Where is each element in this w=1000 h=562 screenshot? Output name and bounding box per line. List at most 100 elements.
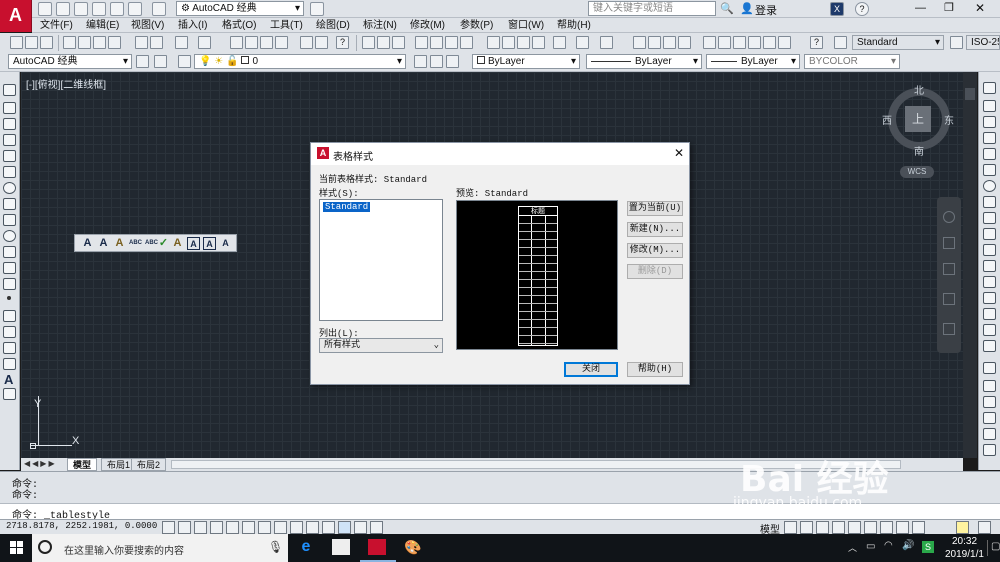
viewport-label[interactable]: [-][俯视][二维线框] (26, 76, 106, 91)
save-icon[interactable] (40, 36, 53, 49)
text-style-icon[interactable]: A (171, 237, 184, 250)
hatch-icon[interactable] (3, 310, 16, 322)
redo-icon[interactable] (152, 2, 166, 16)
quick-view-drawings-icon[interactable] (800, 521, 813, 534)
notification-icon[interactable]: ▢ (991, 541, 1000, 552)
hardware-acceleration-icon[interactable] (896, 521, 909, 534)
properties-icon[interactable] (300, 36, 313, 49)
object-snap-tracking-icon[interactable] (274, 521, 287, 534)
print-icon[interactable] (110, 2, 124, 16)
zoom-previous-icon[interactable] (678, 36, 691, 49)
showmotion-icon[interactable] (943, 323, 955, 335)
menu-modify[interactable]: 修改(M) (410, 18, 445, 33)
viewcube-west[interactable]: 西 (882, 112, 892, 127)
convert-distance-icon[interactable]: A (219, 237, 232, 250)
close-button[interactable]: 关闭 (564, 362, 618, 377)
dim-style-icon[interactable] (950, 36, 963, 49)
isolate-objects-icon[interactable] (912, 521, 925, 534)
navigation-bar[interactable] (937, 197, 961, 353)
windows-start-icon[interactable] (10, 541, 24, 555)
polar-tracking-icon[interactable] (226, 521, 239, 534)
viewcube-north[interactable]: 北 (914, 82, 924, 97)
search-input[interactable]: 键入关键字或短语 (588, 1, 716, 16)
orbit-icon[interactable] (943, 293, 955, 305)
erase-icon[interactable] (983, 82, 996, 94)
text-style-combo[interactable]: Standard ▾ (852, 35, 944, 50)
cut-icon[interactable] (135, 36, 148, 49)
viewcube-top-face[interactable]: 上 (905, 106, 931, 132)
object-snap-icon[interactable] (242, 521, 255, 534)
menu-tools[interactable]: 工具(T) (270, 18, 303, 33)
exchange-icon[interactable]: X (830, 2, 844, 16)
gear-icon[interactable] (136, 55, 149, 68)
add-selected-icon[interactable] (3, 388, 16, 400)
3d-print-icon[interactable] (460, 36, 473, 49)
plot-icon[interactable] (63, 36, 76, 49)
markup-icon[interactable] (763, 36, 776, 49)
save-icon[interactable] (74, 2, 88, 16)
calculator-icon[interactable] (778, 36, 791, 49)
transparency-icon[interactable] (338, 521, 351, 534)
point-icon[interactable] (7, 296, 11, 300)
qnew-icon[interactable] (362, 36, 375, 49)
lineweight-combo[interactable]: ByLayer ▾ (706, 54, 800, 69)
mtext-icon[interactable]: A (4, 372, 13, 387)
scale-text-icon[interactable]: A (187, 237, 200, 250)
publish-icon[interactable] (445, 36, 458, 49)
clean-screen-icon[interactable] (978, 521, 991, 534)
wifi-icon[interactable]: ◠ (884, 540, 893, 551)
quick-view-layouts-icon[interactable] (784, 521, 797, 534)
minimize-icon[interactable]: — (915, 2, 926, 14)
tab-layout2[interactable]: 布局2 (131, 458, 167, 471)
workspace-combo[interactable]: AutoCAD 经典 ▾ (8, 54, 132, 69)
copy-icon[interactable] (983, 100, 996, 112)
blend-curves-icon[interactable] (983, 340, 996, 352)
chevron-up-icon[interactable]: ︿ (848, 541, 857, 554)
publish-icon[interactable] (93, 36, 106, 49)
pan-icon[interactable] (230, 36, 243, 49)
multiline-text-icon[interactable]: A (81, 237, 94, 250)
polygon-icon[interactable] (3, 134, 16, 146)
menu-draw[interactable]: 绘图(D) (316, 18, 350, 33)
microphone-icon[interactable]: 🎙 (268, 540, 283, 554)
clock-date[interactable]: 2019/1/1 (945, 549, 984, 560)
clock-time[interactable]: 20:32 (952, 536, 977, 547)
auto-scale-icon[interactable] (848, 521, 861, 534)
qnew-icon[interactable] (10, 36, 23, 49)
infer-constraints-icon[interactable] (162, 521, 175, 534)
construction-line-icon[interactable] (3, 102, 16, 114)
insert-block-icon[interactable] (3, 262, 16, 274)
lineweight-icon[interactable] (322, 521, 335, 534)
redo-icon[interactable] (600, 36, 613, 49)
ellipse-arc-icon[interactable] (3, 246, 16, 258)
delete-button[interactable]: 删除(D) (627, 264, 683, 279)
edge-browser-icon[interactable]: e (296, 538, 316, 558)
menu-help[interactable]: 帮助(H) (557, 18, 591, 33)
open-file-icon[interactable] (56, 2, 70, 16)
open-icon[interactable] (377, 36, 390, 49)
chamfer-icon[interactable] (983, 308, 996, 320)
menu-view[interactable]: 视图(V) (131, 18, 164, 33)
annotation-visibility-icon[interactable] (832, 521, 845, 534)
dim-style-combo[interactable]: ISO-25 (966, 35, 1000, 50)
volume-icon[interactable]: 🔊 (902, 540, 914, 551)
single-line-text-icon[interactable]: A (97, 237, 110, 250)
menu-parametric[interactable]: 参数(P) (460, 18, 493, 33)
menu-file[interactable]: 文件(F) (40, 18, 73, 33)
snap-intersection-icon[interactable] (983, 412, 996, 424)
polyline-icon[interactable] (3, 118, 16, 130)
match-properties-icon[interactable] (150, 36, 163, 49)
justify-text-icon[interactable]: A (203, 237, 216, 250)
undo-icon[interactable] (175, 36, 188, 49)
set-current-button[interactable]: 置为当前(U) (627, 201, 683, 216)
menu-edit[interactable]: 编辑(E) (86, 18, 119, 33)
modify-button[interactable]: 修改(M)... (627, 243, 683, 258)
edit-text-icon[interactable]: A (113, 237, 126, 250)
workspace-switching-icon[interactable] (864, 521, 877, 534)
menu-dimension[interactable]: 标注(N) (363, 18, 397, 33)
dynamic-ucs-icon[interactable] (290, 521, 303, 534)
text-style-icon[interactable] (834, 36, 847, 49)
media-app-icon[interactable] (332, 539, 350, 555)
layer-previous-icon[interactable] (430, 55, 443, 68)
coordinate-readout[interactable]: 2718.8178, 2252.1981, 0.0000 (6, 521, 157, 531)
